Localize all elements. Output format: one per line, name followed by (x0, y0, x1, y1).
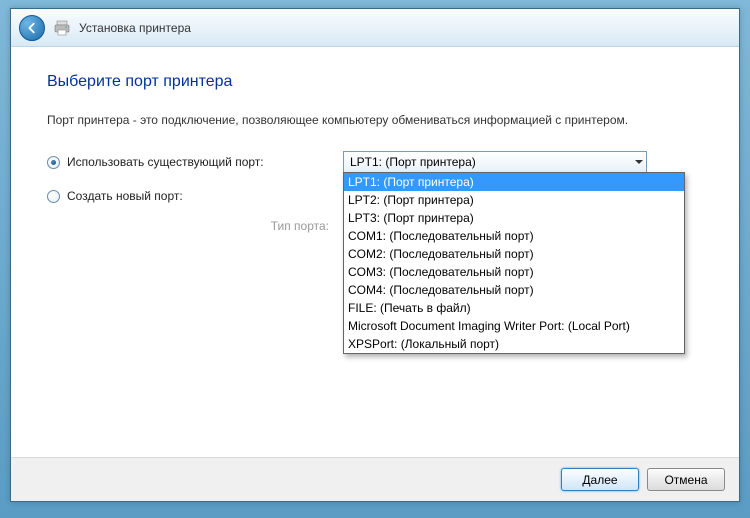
radio-create-new-label: Создать новый порт: (67, 189, 183, 203)
port-option[interactable]: COM4: (Последовательный порт) (344, 281, 684, 299)
port-combo[interactable]: LPT1: (Порт принтера) (343, 151, 647, 173)
radio-icon (47, 190, 60, 203)
port-type-label: Тип порта: (47, 219, 343, 233)
port-option[interactable]: LPT3: (Порт принтера) (344, 209, 684, 227)
wizard-header: Установка принтера (11, 9, 739, 47)
next-button[interactable]: Далее (561, 468, 639, 491)
port-option[interactable]: COM1: (Последовательный порт) (344, 227, 684, 245)
back-button[interactable] (19, 15, 45, 41)
port-option[interactable]: LPT2: (Порт принтера) (344, 191, 684, 209)
printer-icon (53, 19, 71, 37)
radio-icon (47, 156, 60, 169)
page-description: Порт принтера - это подключение, позволя… (47, 111, 703, 129)
port-combo-wrap: LPT1: (Порт принтера) LPT1: (Порт принте… (343, 151, 647, 173)
cancel-button[interactable]: Отмена (647, 468, 725, 491)
radio-use-existing-label: Использовать существующий порт: (67, 155, 264, 169)
port-option[interactable]: FILE: (Печать в файл) (344, 299, 684, 317)
page-title: Выберите порт принтера (47, 73, 703, 91)
port-combo-value: LPT1: (Порт принтера) (350, 155, 476, 169)
wizard-footer: Далее Отмена (11, 457, 739, 501)
port-option[interactable]: COM3: (Последовательный порт) (344, 263, 684, 281)
radio-use-existing[interactable]: Использовать существующий порт: (47, 155, 343, 169)
port-option[interactable]: XPSPort: (Локальный порт) (344, 335, 684, 353)
wizard-content: Выберите порт принтера Порт принтера - э… (11, 47, 739, 457)
port-option[interactable]: COM2: (Последовательный порт) (344, 245, 684, 263)
port-dropdown: LPT1: (Порт принтера) LPT2: (Порт принте… (343, 172, 685, 354)
port-option[interactable]: Microsoft Document Imaging Writer Port: … (344, 317, 684, 335)
port-option[interactable]: LPT1: (Порт принтера) (344, 173, 684, 191)
arrow-left-icon (25, 21, 39, 35)
chevron-down-icon (635, 160, 643, 164)
wizard-window: Установка принтера Выберите порт принтер… (10, 8, 740, 502)
row-use-existing: Использовать существующий порт: LPT1: (П… (47, 151, 703, 173)
radio-create-new[interactable]: Создать новый порт: (47, 189, 343, 203)
header-title: Установка принтера (79, 21, 191, 35)
